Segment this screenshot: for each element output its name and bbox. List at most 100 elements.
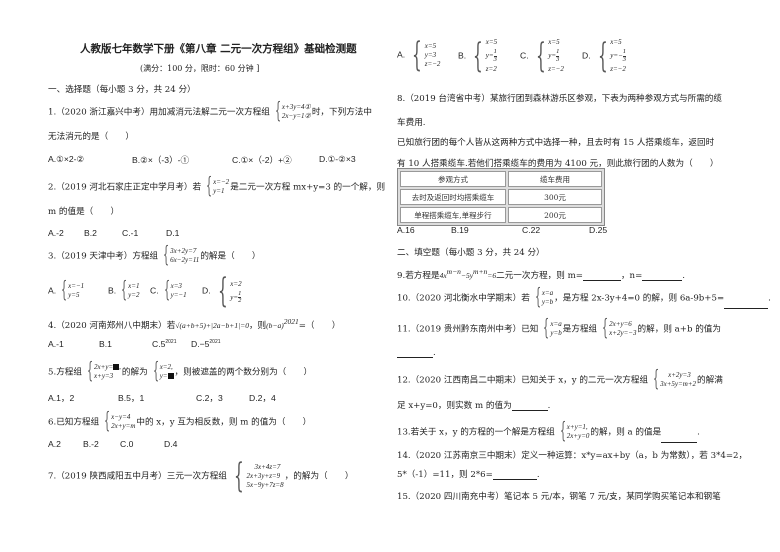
table-row: 去时及返回时均搭乘缆车 300元 xyxy=(400,189,602,205)
q3-system: {3x+2y=7 6x−2y=11 xyxy=(159,245,199,267)
q12-eq1: x+2y=3 xyxy=(668,371,691,379)
option-label: C. xyxy=(150,285,159,296)
brace-icon: { xyxy=(60,278,68,303)
q11-answer-blank[interactable] xyxy=(397,348,433,358)
q1-option-b[interactable]: B.②×（-3）-① xyxy=(132,154,189,166)
brace-icon: { xyxy=(597,36,608,76)
q9-stem-c: ，n= xyxy=(620,270,643,281)
brace-icon: { xyxy=(217,271,228,311)
q5-option-a[interactable]: A.1，2 xyxy=(48,392,74,404)
fraction: 13 xyxy=(556,48,560,63)
q1-system: {x+3y=4① 2x−y=1② xyxy=(271,101,311,123)
q11-stem-c: 的解，则 a+b 的值为 xyxy=(637,324,721,335)
q3-option-a[interactable]: A.{x=−1 y=5 xyxy=(48,280,85,302)
q7-option-d[interactable]: D.{x=5 y=− 1 3 z=−2 xyxy=(582,36,627,76)
option-line: y= xyxy=(485,51,494,60)
q10-eq2: y=b xyxy=(541,298,554,306)
q5-stem-b: 的解为 xyxy=(121,367,148,378)
q9-answer-n-blank[interactable] xyxy=(642,271,683,281)
q1-option-c[interactable]: C.①×（-2）+② xyxy=(232,154,292,166)
q1-option-a[interactable]: A.①×2-② xyxy=(48,154,84,165)
table-header-cell: 缆车费用 xyxy=(508,171,602,187)
q2-option-b[interactable]: B.2 xyxy=(84,228,97,238)
q5-system: {2x+y=, x+y=3 xyxy=(86,359,121,384)
q2-stem: 2.（2019 河北石家庄正定中学月考）若 xyxy=(48,182,202,193)
q8-option-a[interactable]: A.16 xyxy=(397,225,415,235)
q1-option-d[interactable]: D.①-②×3 xyxy=(319,154,356,165)
q9-term-2: −5y xyxy=(460,270,474,280)
q4-expression-2: (b−a) xyxy=(266,320,284,330)
brace-icon: { xyxy=(601,316,609,341)
option-line: x=−1 xyxy=(68,282,85,290)
question-3: 3.（2019 天津中考）方程组{3x+2y=7 6x−2y=11 的解是（ ） xyxy=(48,245,260,267)
option-line: y=−1 xyxy=(170,291,187,299)
q4-option-c[interactable]: C.52021 xyxy=(152,339,177,349)
brace-icon: { xyxy=(543,316,550,341)
q14-answer-blank[interactable] xyxy=(492,470,537,480)
q12-answer-blank[interactable] xyxy=(511,401,548,411)
q4-option-a[interactable]: A.-1 xyxy=(48,339,64,349)
q12-system: {x+2y=3 3x+5y=m+2 xyxy=(649,369,696,391)
q11-system-1: {x=a y=b xyxy=(539,318,561,340)
q8-option-b[interactable]: B.19 xyxy=(451,225,469,235)
q2-stem-c: m 的值是（ ） xyxy=(48,207,120,217)
q4-option-b[interactable]: B.1 xyxy=(99,339,112,349)
q4-option-d[interactable]: D.−52021 xyxy=(191,339,221,349)
q7-option-c[interactable]: C.{x=5 y= 1 3 z=−2 xyxy=(520,36,565,76)
q2-option-a[interactable]: A.-2 xyxy=(48,228,64,238)
q12-eq2: 3x+5y=m+2 xyxy=(660,380,697,388)
q9-term-1: 4x xyxy=(439,270,447,280)
page-title: 人教版七年数学下册《第八章 二元一次方程组》基础检测题 xyxy=(80,43,357,55)
q5-option-b[interactable]: B.5，1 xyxy=(118,392,144,404)
q7-eq3: 5x−9y+7z=8 xyxy=(246,480,284,489)
q9-answer-m-blank[interactable] xyxy=(582,271,621,281)
q10-answer-blank[interactable] xyxy=(724,299,769,309)
option-line: x=3 xyxy=(170,282,182,290)
question-11: 11.（2019 贵州黔东南州中考）已知{x=a y=b 是方程组{2x+y=6 x+… xyxy=(397,318,721,340)
table-header-cell: 参观方式 xyxy=(400,171,506,187)
q3-option-c[interactable]: C. {x=3 y=−1 xyxy=(150,280,188,302)
q3-eq1: 3x+2y=7 xyxy=(170,247,197,255)
q6-option-d[interactable]: D.4 xyxy=(164,439,177,449)
brace-icon: { xyxy=(205,174,213,199)
covered-number-icon xyxy=(113,364,120,371)
q12-stem-b: 的解满 xyxy=(697,375,723,386)
q7-option-b[interactable]: B.{x=5 y= 1 3 z=2 xyxy=(458,36,498,76)
q6-option-b[interactable]: B.-2 xyxy=(83,439,99,449)
q2-stem-b: 是二元一次方程 mx+y=3 的一个解，则 xyxy=(230,182,386,193)
q3-option-d[interactable]: D. {x=2 y= 1 2 xyxy=(202,274,243,308)
q14-line-1: 14.（2020 江苏南京三中期末）定义一种运算：x*y=ax+by（a，b 为… xyxy=(397,451,748,461)
q8-option-c[interactable]: C.22 xyxy=(522,225,540,235)
table-cell: 去时及返回时均搭乘缆车 xyxy=(400,189,506,205)
q5-option-d[interactable]: D.2，4 xyxy=(249,392,276,404)
q12-period: . xyxy=(547,401,551,411)
q7-option-a[interactable]: A. {x=5 y=3 z=−2 xyxy=(397,38,441,72)
q11-eq3: 2x+y=6 xyxy=(609,320,632,328)
q4-stem: 4.（2020 河南郑州八中期末）若 xyxy=(48,320,176,331)
q4-exponent: 2021 xyxy=(283,317,299,326)
option-label: A. xyxy=(397,49,406,60)
q8-line-1: 8.（2019 台湾省中考）某旅行团到森林游乐区参观，下表为两种参观方式与所需的… xyxy=(397,94,722,104)
q6-option-a[interactable]: A.2 xyxy=(48,439,61,449)
q10-eq1: x=a xyxy=(541,289,554,297)
q7-eq2: 2x+3y+z=9 xyxy=(246,471,281,480)
q8-option-d[interactable]: D.25 xyxy=(589,225,607,235)
fraction: 12 xyxy=(238,289,242,304)
q6-system: {x−y=4 2x+y=m xyxy=(100,411,135,433)
brace-icon: { xyxy=(163,278,170,303)
brace-icon: { xyxy=(412,35,422,75)
table-row: 单程搭乘缆车,单程步行 200元 xyxy=(400,207,602,223)
section-heading-fill: 二、填空题（每小题 3 分，共 24 分） xyxy=(397,248,545,258)
q11-stem: 11.（2019 贵州黔东南州中考）已知 xyxy=(397,324,539,335)
covered-number-icon xyxy=(167,373,174,380)
option-line: x=1 xyxy=(128,282,140,290)
q1-stem: 1.（2020 浙江嘉兴中考）用加减消元法解二元一次方程组 xyxy=(48,107,270,118)
option-label: C. xyxy=(520,50,529,61)
q6-option-c[interactable]: C.0 xyxy=(120,439,133,449)
q2-option-c[interactable]: C.-1 xyxy=(122,228,138,238)
q3-option-b[interactable]: B.{x=1 y=2 xyxy=(108,280,140,302)
q2-option-d[interactable]: D.1 xyxy=(166,228,179,238)
option-line: y= xyxy=(548,51,557,60)
q13-answer-blank[interactable] xyxy=(661,433,698,443)
q5-option-c[interactable]: C.2，3 xyxy=(196,392,223,404)
